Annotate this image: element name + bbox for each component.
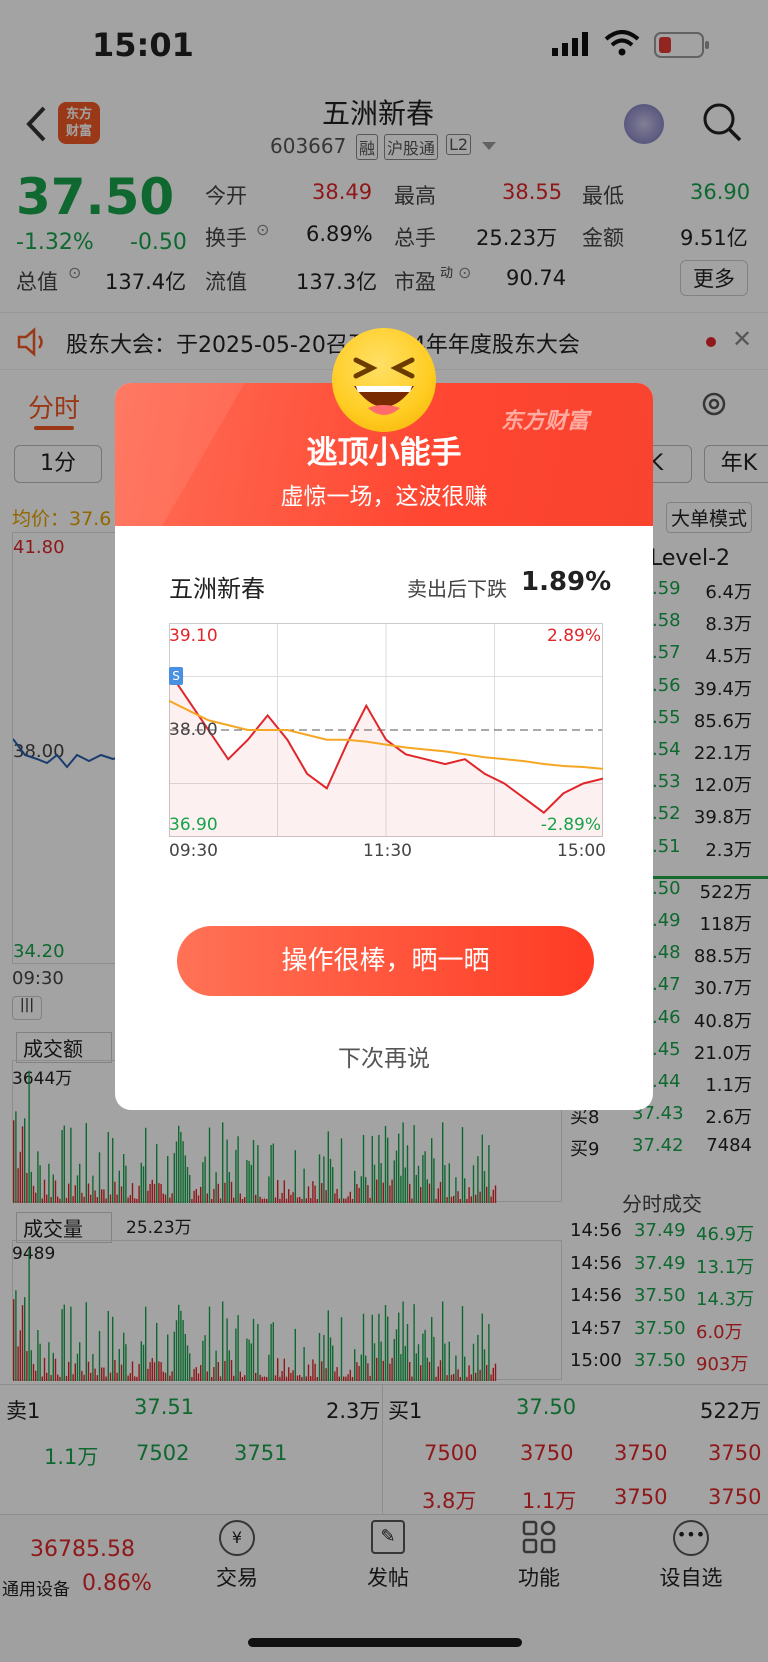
x-tick: 15:00 xyxy=(557,841,606,861)
chart-y-bot: 36.90 xyxy=(169,815,218,835)
modal-stock-name: 五洲新春 xyxy=(169,575,265,603)
sell-marker-icon: S xyxy=(169,667,183,685)
chart-y-mid: 38.00 xyxy=(169,720,218,740)
x-tick: 11:30 xyxy=(363,841,412,861)
modal-title: 逃顶小能手 xyxy=(306,435,462,471)
chart-y-top: 39.10 xyxy=(169,626,218,646)
home-indicator xyxy=(248,1638,522,1647)
modal-chart: 39.10 2.89% 38.00 36.90 -2.89% S xyxy=(169,623,603,837)
modal-subtitle: 虚惊一场，这波很赚 xyxy=(280,484,488,510)
modal-chart-svg xyxy=(169,623,603,837)
chart-pct-bot: -2.89% xyxy=(540,815,601,835)
modal-pct: 1.89% xyxy=(521,567,612,597)
modal-desc: 卖出后下跌 xyxy=(407,577,507,601)
laughing-emoji-icon xyxy=(332,328,436,432)
share-button[interactable]: 操作很棒，晒一晒 xyxy=(177,926,594,996)
later-button[interactable]: 下次再说 xyxy=(115,1039,653,1073)
celebration-modal: 东方财富 逃顶小能手 虚惊一场，这波很赚 五洲新春 卖出后下跌 1.89% 39… xyxy=(115,328,653,1110)
x-tick: 09:30 xyxy=(169,841,218,861)
chart-pct-top: 2.89% xyxy=(546,626,601,646)
